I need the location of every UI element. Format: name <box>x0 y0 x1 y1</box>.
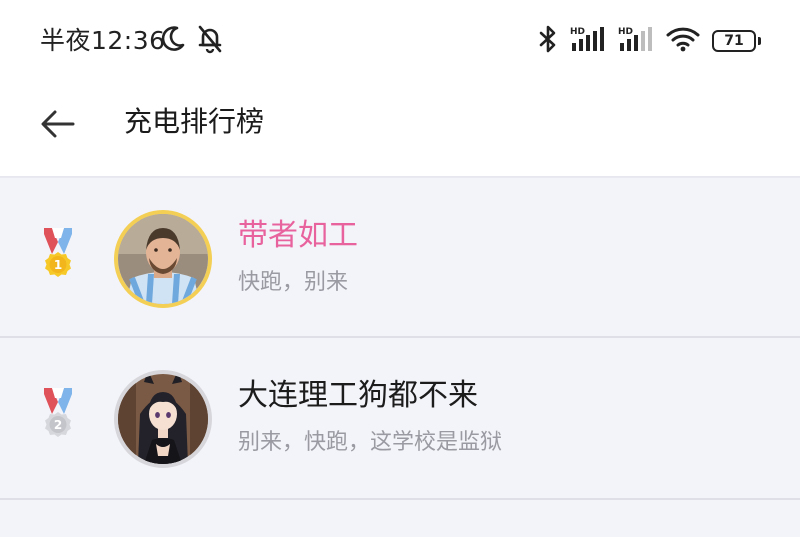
rank-row-2[interactable]: 2 大连理工狗都不来 别来，快跑，这学校是监狱 <box>0 338 800 500</box>
status-bar: 半夜12:36 HD HD 71 <box>0 0 800 80</box>
page-title: 充电排行榜 <box>124 105 265 138</box>
back-arrow-icon <box>40 109 76 143</box>
avatar-football-player[interactable] <box>114 210 212 308</box>
silver-medal-icon: 2 <box>38 386 78 450</box>
gold-medal-icon: 1 <box>38 226 78 290</box>
svg-text:HD: HD <box>570 27 585 37</box>
list-footer-space <box>0 500 800 537</box>
rank-list: 1 带者如工 快跑，别来 2 大连理工狗都不来 别来，快跑，这学校是监狱 <box>0 178 800 500</box>
battery-level: 71 <box>724 33 744 49</box>
status-left-icons <box>160 24 224 58</box>
avatar-anime-girl[interactable] <box>114 370 212 468</box>
bluetooth-icon <box>538 24 558 58</box>
rank-subtitle-1: 快跑，别来 <box>238 270 349 295</box>
status-time: 半夜12:36 <box>40 26 166 55</box>
rank-name-2[interactable]: 大连理工狗都不来 <box>238 376 478 416</box>
battery-icon: 71 <box>712 30 761 52</box>
rank-row-1[interactable]: 1 带者如工 快跑，别来 <box>0 178 800 338</box>
wifi-icon <box>666 26 700 56</box>
status-right-icons: HD HD 71 <box>538 22 761 60</box>
back-button[interactable] <box>36 104 80 148</box>
rank-name-1[interactable]: 带者如工 <box>238 216 358 256</box>
svg-text:HD: HD <box>618 27 633 37</box>
bell-off-icon <box>196 24 224 58</box>
hd-signal-1-icon: HD <box>570 25 606 57</box>
medal-rank-2: 2 <box>54 418 62 432</box>
rank-subtitle-2: 别来，快跑，这学校是监狱 <box>238 430 503 455</box>
medal-rank-1: 1 <box>54 258 62 272</box>
hd-signal-2-icon: HD <box>618 25 654 57</box>
moon-icon <box>160 25 186 57</box>
app-bar: 充电排行榜 <box>0 80 800 176</box>
